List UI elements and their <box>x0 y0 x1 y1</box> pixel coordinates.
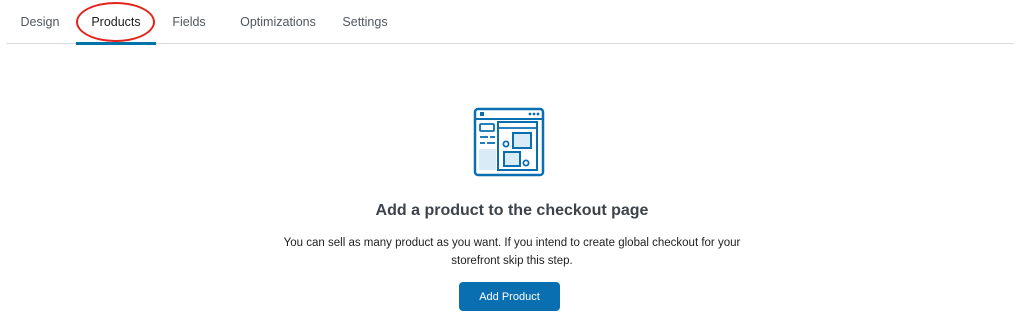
tab-optimizations[interactable]: Optimizations <box>230 0 326 44</box>
add-product-button[interactable]: Add Product <box>459 282 560 311</box>
checkout-page-illustration-icon <box>473 107 545 177</box>
tab-fields[interactable]: Fields <box>166 0 212 44</box>
empty-state-title: Add a product to the checkout page <box>375 202 649 219</box>
empty-state-panel: Add a product to the checkout page You c… <box>0 44 1024 332</box>
tab-bar: Design Products Fields Optimizations Set… <box>6 0 1014 45</box>
tab-design[interactable]: Design <box>6 0 74 44</box>
empty-state-description: You can sell as many product as you want… <box>283 237 741 267</box>
tab-settings[interactable]: Settings <box>336 0 394 44</box>
tab-products[interactable]: Products <box>76 0 156 45</box>
